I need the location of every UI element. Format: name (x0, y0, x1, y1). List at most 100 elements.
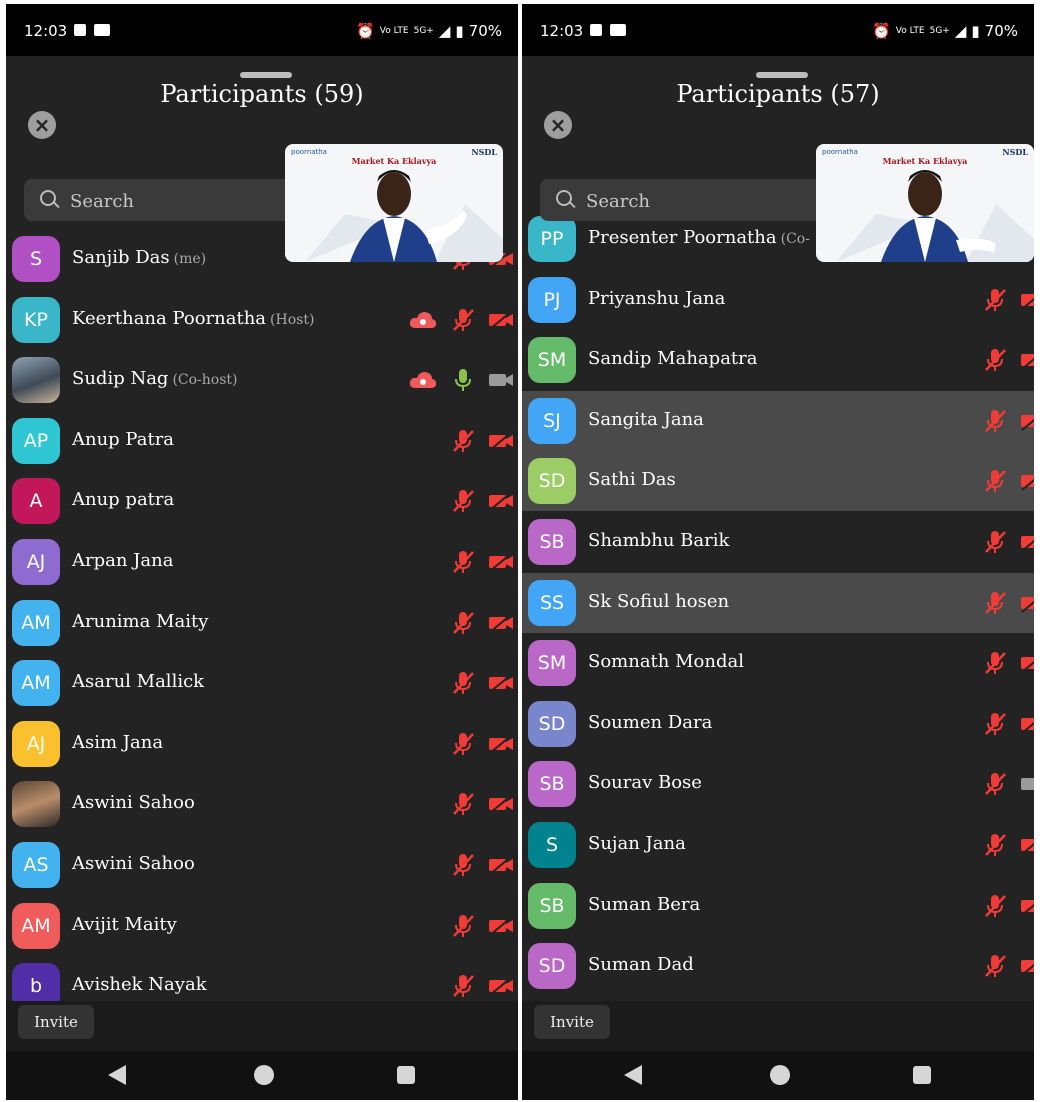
mic-muted-icon[interactable] (984, 409, 1006, 433)
mic-muted-icon[interactable] (984, 712, 1006, 736)
participant-name: Arpan Jana (72, 550, 173, 571)
camera-off-icon[interactable] (488, 855, 514, 875)
mic-muted-icon[interactable] (452, 429, 474, 453)
invite-button[interactable]: Invite (18, 1005, 94, 1039)
camera-off-icon[interactable] (488, 673, 514, 693)
mic-muted-icon[interactable] (984, 288, 1006, 312)
recents-icon[interactable] (913, 1066, 931, 1084)
participant-row[interactable]: SD Soumen Dara (522, 694, 1034, 754)
camera-off-icon[interactable] (488, 794, 514, 815)
recents-icon[interactable] (397, 1066, 415, 1084)
mic-muted-icon[interactable] (984, 591, 1006, 615)
invite-button[interactable]: Invite (534, 1005, 610, 1039)
close-icon[interactable]: × (544, 111, 572, 139)
avatar: AJ (12, 539, 60, 585)
drag-handle[interactable] (240, 72, 292, 78)
camera-off-icon[interactable] (488, 491, 514, 512)
camera-on-icon[interactable] (488, 370, 514, 390)
drag-handle[interactable] (756, 72, 808, 78)
camera-off-icon[interactable] (1020, 290, 1034, 310)
camera-off-icon[interactable] (1020, 714, 1034, 734)
participant-row[interactable]: S Sujan Jana (522, 815, 1034, 875)
camera-off-icon[interactable] (1020, 653, 1034, 673)
notification-icon (74, 24, 86, 36)
mic-muted-icon[interactable] (452, 489, 474, 513)
mic-muted-icon[interactable] (452, 671, 474, 695)
avatar: KP (12, 296, 60, 343)
cloud-recording-icon[interactable] (408, 370, 438, 390)
camera-off-icon[interactable] (488, 734, 514, 754)
participant-name-text: Sourav Bose (588, 772, 702, 794)
camera-off-icon[interactable] (1020, 593, 1034, 613)
mic-muted-icon[interactable] (452, 974, 474, 998)
participant-row[interactable]: SD Sathi Das (522, 451, 1034, 512)
participant-row[interactable]: KP Keerthana Poornatha (Host) (6, 290, 518, 350)
participant-row[interactable]: SM Sandip Mahapatra (522, 330, 1034, 390)
mic-muted-icon[interactable] (984, 894, 1006, 918)
close-icon[interactable]: × (28, 111, 56, 139)
home-icon[interactable] (254, 1065, 274, 1085)
participant-row[interactable]: AJ Asim Jana (6, 714, 518, 774)
network-type: 5G+ (929, 25, 950, 36)
mic-muted-icon[interactable] (984, 772, 1006, 796)
back-icon[interactable] (624, 1065, 642, 1085)
phone-screen-right: 12:03 ⏰ Vo LTE 5G+ ◢ ▮ 70% PP Presenter P… (522, 4, 1034, 1100)
mic-muted-icon[interactable] (452, 732, 474, 756)
participant-name: Sk Sofiul hosen (588, 591, 729, 612)
participant-row[interactable]: AP Anup Patra (6, 411, 518, 471)
participant-row[interactable]: SJ Sangita Jana (522, 390, 1034, 451)
participant-row[interactable]: AJ Arpan Jana (6, 532, 518, 592)
camera-off-icon[interactable] (1020, 471, 1034, 492)
presenter-figure (836, 170, 1034, 262)
mic-muted-icon[interactable] (984, 651, 1006, 675)
mic-muted-icon[interactable] (452, 792, 474, 816)
participant-row[interactable]: Aswini Sahoo (6, 774, 518, 834)
camera-off-icon[interactable] (488, 552, 514, 572)
participant-row[interactable]: SS Sk Sofiul hosen (522, 572, 1034, 633)
mic-muted-icon[interactable] (452, 308, 474, 332)
cloud-recording-icon[interactable] (408, 310, 438, 330)
participant-row[interactable]: SM Somnath Mondal (522, 633, 1034, 693)
camera-off-icon[interactable] (1020, 350, 1034, 370)
mic-muted-icon[interactable] (984, 833, 1006, 857)
participant-row[interactable]: AM Asarul Mallick (6, 653, 518, 713)
mic-muted-icon[interactable] (984, 348, 1006, 372)
video-preview[interactable]: poornatha NSDL Market Ka Eklavya (285, 144, 503, 262)
mic-muted-icon[interactable] (452, 853, 474, 877)
camera-off-icon[interactable] (1020, 532, 1034, 552)
back-icon[interactable] (108, 1065, 126, 1085)
participant-row[interactable]: SB Sourav Bose (522, 754, 1034, 814)
video-preview[interactable]: poornatha NSDL Market Ka Eklavya (816, 144, 1034, 262)
mic-muted-icon[interactable] (452, 550, 474, 574)
participant-row[interactable]: PJ Priyanshu Jana (522, 270, 1034, 330)
participant-name: Asim Jana (72, 732, 163, 753)
camera-off-icon[interactable] (488, 976, 514, 996)
mic-muted-icon[interactable] (452, 914, 474, 938)
mic-muted-icon[interactable] (984, 530, 1006, 554)
camera-off-icon[interactable] (1020, 956, 1034, 976)
mic-muted-icon[interactable] (984, 469, 1006, 493)
phone-screen-left: 12:03 ⏰ Vo LTE 5G+ ◢ ▮ 70% S Sanjib Das (m… (6, 4, 518, 1100)
participant-row[interactable]: AM Arunima Maity (6, 593, 518, 653)
mic-muted-icon[interactable] (984, 954, 1006, 978)
camera-off-icon[interactable] (488, 612, 514, 633)
camera-on-icon[interactable] (1020, 774, 1034, 794)
participant-row[interactable]: SB Shambhu Barik (522, 512, 1034, 572)
participant-row[interactable]: b Avishek Nayak (6, 956, 518, 1001)
camera-off-icon[interactable] (1020, 896, 1034, 916)
participant-row[interactable]: SD Suman Dad (522, 936, 1034, 996)
participant-row[interactable]: AM Avijit Maity (6, 896, 518, 956)
camera-off-icon[interactable] (488, 309, 514, 330)
mic-muted-icon[interactable] (452, 611, 474, 635)
camera-off-icon[interactable] (488, 431, 514, 451)
participant-row[interactable]: AS Aswini Sahoo (6, 835, 518, 895)
participant-row[interactable]: SB Suman Bera (522, 876, 1034, 936)
home-icon[interactable] (770, 1065, 790, 1085)
avatar: b (12, 963, 60, 1001)
camera-off-icon[interactable] (1020, 835, 1034, 855)
mic-on-icon[interactable] (452, 368, 474, 392)
participant-row[interactable]: Sudip Nag (Co-host) (6, 350, 518, 410)
camera-off-icon[interactable] (488, 915, 514, 936)
participant-row[interactable]: A Anup patra (6, 471, 518, 531)
camera-off-icon[interactable] (1020, 411, 1034, 431)
